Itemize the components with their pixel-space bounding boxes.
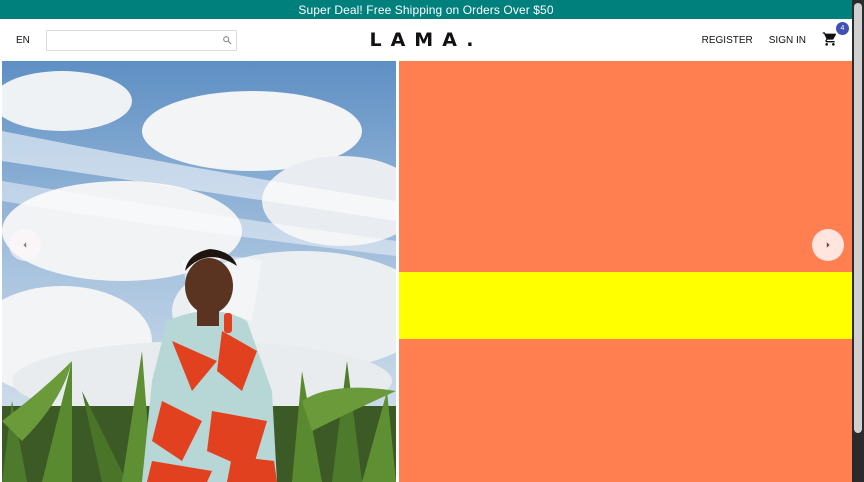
woman-in-cornfield-image xyxy=(2,61,396,482)
nav-right: REGISTER SIGN IN 4 xyxy=(702,22,849,49)
slide-yellow-band xyxy=(399,272,852,339)
logo[interactable]: LAMA. xyxy=(316,29,536,51)
sign-in-link[interactable]: SIGN IN xyxy=(769,35,806,46)
slider-prev-button[interactable] xyxy=(9,229,41,261)
search-box[interactable] xyxy=(45,29,237,51)
search-icon[interactable] xyxy=(222,35,232,45)
nav-left: EN xyxy=(16,29,276,51)
search-input[interactable] xyxy=(50,31,222,49)
vertical-scrollbar[interactable] xyxy=(852,0,864,482)
slider-next-button[interactable] xyxy=(812,229,844,261)
register-link[interactable]: REGISTER xyxy=(702,35,753,46)
language-selector[interactable]: EN xyxy=(16,35,30,46)
announcement-bar: Super Deal! Free Shipping on Orders Over… xyxy=(0,0,852,19)
cart-count-badge: 4 xyxy=(836,22,849,35)
cart-button[interactable]: 4 xyxy=(822,22,849,49)
hero-slider xyxy=(0,61,852,482)
navbar: EN LAMA. REGISTER SIGN IN 4 xyxy=(0,19,852,61)
arrow-left-icon xyxy=(23,242,27,248)
arrow-right-icon xyxy=(826,242,830,248)
announcement-text: Super Deal! Free Shipping on Orders Over… xyxy=(298,2,554,17)
page: Super Deal! Free Shipping on Orders Over… xyxy=(0,0,852,482)
scrollbar-thumb[interactable] xyxy=(854,3,862,433)
slide-image xyxy=(0,61,396,482)
slide-info-panel xyxy=(399,61,852,482)
shopping-cart-icon xyxy=(822,32,837,46)
